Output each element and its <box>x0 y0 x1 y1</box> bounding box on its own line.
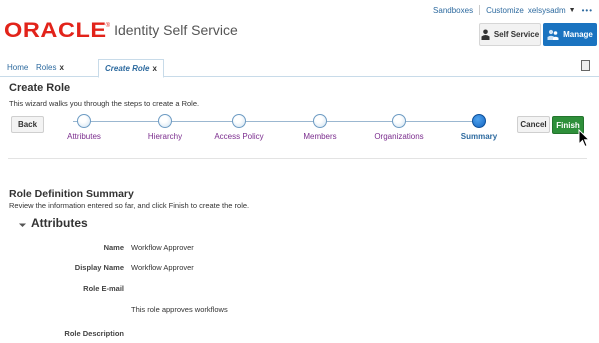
more-options-icon[interactable]: ••• <box>582 6 593 15</box>
field-label-name: Name <box>103 243 124 252</box>
field-value-role-description: This role approves workflows <box>131 305 228 314</box>
train-label-organizations[interactable]: Organizations <box>374 132 423 141</box>
field-label-role-description: Role Description <box>64 329 124 338</box>
train-label-hierarchy[interactable]: Hierarchy <box>148 132 182 141</box>
customize-link[interactable]: Customize <box>486 6 524 15</box>
manage-users-icon <box>547 29 559 40</box>
train-label-access-policy[interactable]: Access Policy <box>214 132 263 141</box>
field-value-name: Workflow Approver <box>131 243 194 252</box>
tab-create-role-label: Create Role <box>105 64 150 73</box>
train-stop-hierarchy[interactable] <box>158 114 172 128</box>
wizard-train: Attributes Hierarchy Access Policy Membe… <box>67 114 497 144</box>
train-stop-access-policy[interactable] <box>232 114 246 128</box>
header-bar: ORACLE ® Identity Self Service Sandboxes… <box>0 0 599 50</box>
global-links: Sandboxes Customize xelsysadm ▼ ••• <box>433 5 593 15</box>
train-label-members[interactable]: Members <box>303 132 336 141</box>
field-label-display-name: Display Name <box>74 263 124 272</box>
train-label-attributes[interactable]: Attributes <box>67 132 101 141</box>
train-stop-attributes[interactable] <box>77 114 91 128</box>
self-service-button[interactable]: Self Service <box>479 23 541 46</box>
attributes-section-title: Attributes <box>31 216 88 230</box>
sandboxes-link[interactable]: Sandboxes <box>433 6 473 15</box>
train-stop-summary[interactable] <box>472 114 486 128</box>
train-label-summary: Summary <box>460 132 498 141</box>
train-stop-organizations[interactable] <box>392 114 406 128</box>
user-menu[interactable]: xelsysadm <box>528 6 566 15</box>
collapse-triangle-icon[interactable] <box>18 219 27 227</box>
link-separator <box>479 5 481 15</box>
cancel-button[interactable]: Cancel <box>517 116 550 133</box>
section-divider <box>8 158 587 159</box>
tab-roles[interactable]: Roles x <box>36 63 64 72</box>
tab-roles-label: Roles <box>36 63 57 72</box>
attributes-section-header[interactable]: Attributes <box>18 216 88 230</box>
product-name: Identity Self Service <box>114 22 238 38</box>
manage-button[interactable]: Manage <box>543 23 597 46</box>
logo-registered-mark: ® <box>105 23 111 29</box>
person-icon <box>481 29 490 40</box>
field-value-display-name: Workflow Approver <box>131 263 194 272</box>
summary-description: Review the information entered so far, a… <box>9 201 250 210</box>
tab-home[interactable]: Home <box>7 63 28 72</box>
self-service-label: Self Service <box>493 30 540 39</box>
mouse-cursor-icon <box>578 129 590 148</box>
close-create-role-tab-icon[interactable]: x <box>152 64 156 73</box>
back-button[interactable]: Back <box>11 116 44 133</box>
train-stop-members[interactable] <box>313 114 327 128</box>
user-menu-caret-icon[interactable]: ▼ <box>569 7 576 14</box>
page-title: Create Role <box>9 82 71 94</box>
train-line <box>73 121 485 122</box>
tab-bar: Home Roles x Create Role x <box>0 57 599 78</box>
manage-label: Manage <box>563 30 593 39</box>
tab-create-role[interactable]: Create Role x <box>98 59 164 78</box>
logo-wordmark: ORACLE <box>4 19 107 42</box>
page-options-icon[interactable] <box>581 60 590 71</box>
field-label-role-email: Role E-mail <box>83 284 124 293</box>
oracle-logo: ORACLE ® Identity Self Service <box>4 19 238 42</box>
summary-title: Role Definition Summary <box>9 188 134 200</box>
close-roles-tab-icon[interactable]: x <box>59 63 63 72</box>
wizard-description: This wizard walks you through the steps … <box>9 99 200 108</box>
